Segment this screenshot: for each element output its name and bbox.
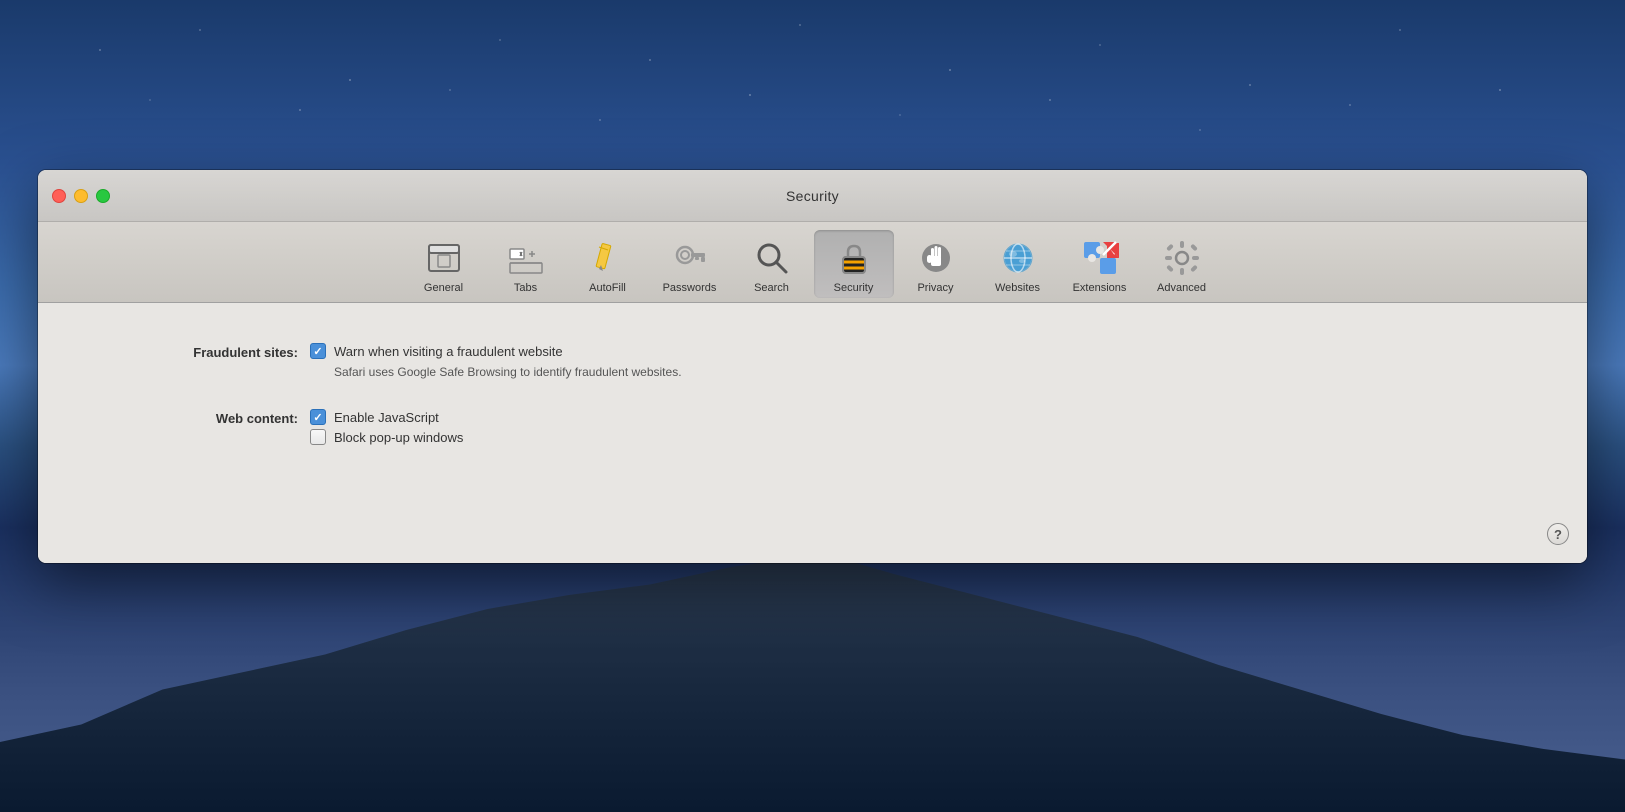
fraudulent-sites-label: Fraudulent sites: [98, 343, 298, 360]
websites-label: Websites [995, 282, 1040, 294]
window-controls [52, 189, 110, 203]
fraudulent-sites-content: Warn when visiting a fraudulent website … [310, 343, 682, 381]
minimize-button[interactable] [74, 189, 88, 203]
popup-checkbox-row: Block pop-up windows [310, 429, 463, 445]
extensions-label: Extensions [1073, 282, 1127, 294]
tab-advanced[interactable]: Advanced [1142, 230, 1222, 298]
javascript-label: Enable JavaScript [334, 410, 439, 425]
security-label: Security [834, 282, 874, 294]
passwords-icon [668, 236, 712, 280]
tab-autofill[interactable]: AutoFill [568, 230, 648, 298]
web-content-content: Enable JavaScript Block pop-up windows [310, 409, 463, 445]
warn-checkbox[interactable] [310, 343, 326, 359]
content-area: Fraudulent sites: Warn when visiting a f… [38, 303, 1587, 563]
websites-icon [996, 236, 1040, 280]
security-icon [832, 236, 876, 280]
javascript-checkbox-row: Enable JavaScript [310, 409, 463, 425]
tab-privacy[interactable]: Privacy [896, 230, 976, 298]
tab-extensions[interactable]: Extensions [1060, 230, 1140, 298]
web-content-label: Web content: [98, 409, 298, 426]
privacy-icon [914, 236, 958, 280]
tab-websites[interactable]: Websites [978, 230, 1058, 298]
close-button[interactable] [52, 189, 66, 203]
autofill-label: AutoFill [589, 282, 626, 294]
general-label: General [424, 282, 463, 294]
tab-security[interactable]: Security [814, 230, 894, 298]
fraudulent-sites-row: Fraudulent sites: Warn when visiting a f… [98, 343, 1527, 381]
web-content-row: Web content: Enable JavaScript Block pop… [98, 409, 1527, 445]
help-button[interactable]: ? [1547, 523, 1569, 545]
window-title: Security [786, 188, 839, 204]
extensions-icon [1078, 236, 1122, 280]
popup-checkbox[interactable] [310, 429, 326, 445]
tab-tabs[interactable]: Tabs [486, 230, 566, 298]
autofill-icon [586, 236, 630, 280]
title-bar: Security [38, 170, 1587, 222]
javascript-checkbox[interactable] [310, 409, 326, 425]
passwords-label: Passwords [663, 282, 717, 294]
help-label: ? [1554, 527, 1562, 542]
tab-passwords[interactable]: Passwords [650, 230, 730, 298]
popup-label: Block pop-up windows [334, 430, 463, 445]
safari-preferences-window: Security General [38, 170, 1587, 563]
tab-search[interactable]: Search [732, 230, 812, 298]
privacy-label: Privacy [917, 282, 953, 294]
general-icon [422, 236, 466, 280]
advanced-label: Advanced [1157, 282, 1206, 294]
fraudulent-description: Safari uses Google Safe Browsing to iden… [334, 363, 682, 381]
search-label: Search [754, 282, 789, 294]
tab-general[interactable]: General [404, 230, 484, 298]
search-icon [750, 236, 794, 280]
advanced-icon [1160, 236, 1204, 280]
warn-checkbox-row: Warn when visiting a fraudulent website [310, 343, 682, 359]
tabs-icon [504, 236, 548, 280]
maximize-button[interactable] [96, 189, 110, 203]
warn-label: Warn when visiting a fraudulent website [334, 344, 563, 359]
toolbar: General Tabs [38, 222, 1587, 303]
tabs-label: Tabs [514, 282, 537, 294]
